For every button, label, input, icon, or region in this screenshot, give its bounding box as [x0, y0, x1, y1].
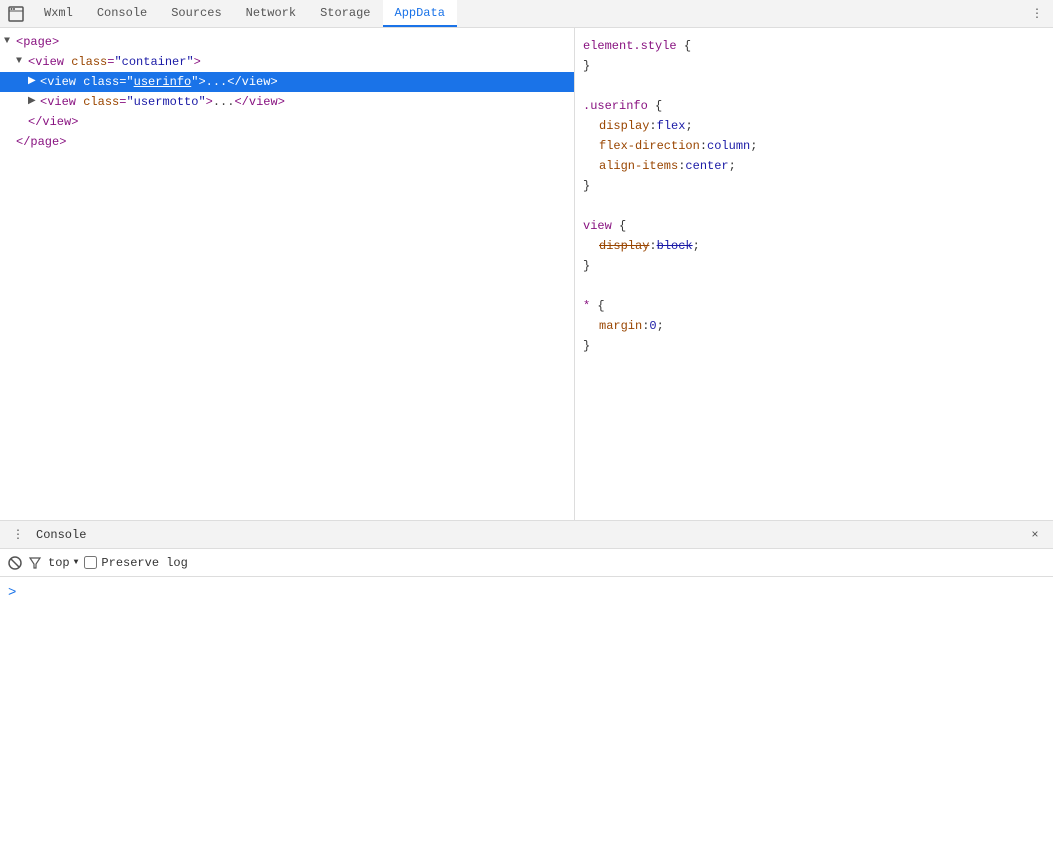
preserve-log-label[interactable]: Preserve log	[101, 556, 187, 570]
css-view-selector: view {	[583, 216, 1045, 236]
console-prompt-line[interactable]: >	[8, 585, 1045, 601]
console-section: ⋮ Console × top ▼ Preserve log >	[0, 520, 1053, 857]
console-top-label: top	[48, 556, 70, 570]
tab-console[interactable]: Console	[85, 0, 159, 27]
css-blank-1	[583, 76, 1045, 96]
prompt-arrow: >	[8, 585, 16, 601]
nav-tabs: Wxml Console Sources Network Storage App…	[32, 0, 1025, 27]
arrow-usermotto[interactable]: ▶	[28, 93, 40, 111]
css-display-flex: display:flex;	[583, 116, 1045, 136]
css-display-block: display:block;	[583, 236, 1045, 256]
css-star-selector: * {	[583, 296, 1045, 316]
tab-storage[interactable]: Storage	[308, 0, 382, 27]
css-blank-3	[583, 276, 1045, 296]
tree-line-view-usermotto[interactable]: ▶ <view class="usermotto">...</view>	[0, 92, 574, 112]
arrow-container[interactable]: ▼	[16, 53, 28, 71]
tree-line-page-open[interactable]: ▼ <page>	[0, 32, 574, 52]
css-align-items: align-items:center;	[583, 156, 1045, 176]
css-userinfo-selector: .userinfo {	[583, 96, 1045, 116]
arrow-page-close	[4, 133, 16, 151]
console-body: >	[0, 577, 1053, 857]
arrow-page[interactable]: ▼	[4, 33, 16, 51]
console-dropdown-arrow: ▼	[74, 558, 79, 567]
tab-appdata[interactable]: AppData	[383, 0, 457, 27]
css-element-style-selector: element.style {	[583, 36, 1045, 56]
console-context-select[interactable]: top ▼	[48, 556, 78, 570]
tree-line-view-container[interactable]: ▼ <view class="container">	[0, 52, 574, 72]
console-menu-button[interactable]: ⋮	[8, 525, 28, 545]
console-filter-button[interactable]	[28, 556, 42, 570]
css-userinfo-close: }	[583, 176, 1045, 196]
css-star-close: }	[583, 336, 1045, 356]
arrow-view-close	[16, 113, 28, 131]
css-blank-2	[583, 196, 1045, 216]
console-clear-button[interactable]	[8, 556, 22, 570]
css-element-style-close: }	[583, 56, 1045, 76]
main-content: ▼ <page> ▼ <view class="container"> ▶ <v…	[0, 28, 1053, 520]
devtools-icon[interactable]	[4, 2, 28, 26]
tab-sources[interactable]: Sources	[159, 0, 233, 27]
top-nav-bar: Wxml Console Sources Network Storage App…	[0, 0, 1053, 28]
tree-line-page-close[interactable]: </page>	[0, 132, 574, 152]
console-toolbar: top ▼ Preserve log	[0, 549, 1053, 577]
css-margin-zero: margin:0;	[583, 316, 1045, 336]
css-view-close: }	[583, 256, 1045, 276]
tab-wxml[interactable]: Wxml	[32, 0, 85, 27]
tree-line-view-close[interactable]: </view>	[0, 112, 574, 132]
console-close-button[interactable]: ×	[1025, 525, 1045, 545]
tree-line-view-userinfo[interactable]: ▶ <view class="userinfo">...</view>	[0, 72, 574, 92]
preserve-log-container: Preserve log	[84, 556, 187, 570]
preserve-log-checkbox[interactable]	[84, 556, 97, 569]
nav-more-button[interactable]: ⋮	[1025, 2, 1049, 26]
arrow-userinfo[interactable]: ▶	[28, 73, 40, 91]
tab-network[interactable]: Network	[234, 0, 308, 27]
console-header: ⋮ Console ×	[0, 521, 1053, 549]
css-flex-direction: flex-direction:column;	[583, 136, 1045, 156]
css-styles-panel: element.style { } .userinfo { display:fl…	[575, 28, 1053, 520]
dom-tree-panel: ▼ <page> ▼ <view class="container"> ▶ <v…	[0, 28, 575, 520]
console-tab-label: Console	[28, 528, 94, 542]
